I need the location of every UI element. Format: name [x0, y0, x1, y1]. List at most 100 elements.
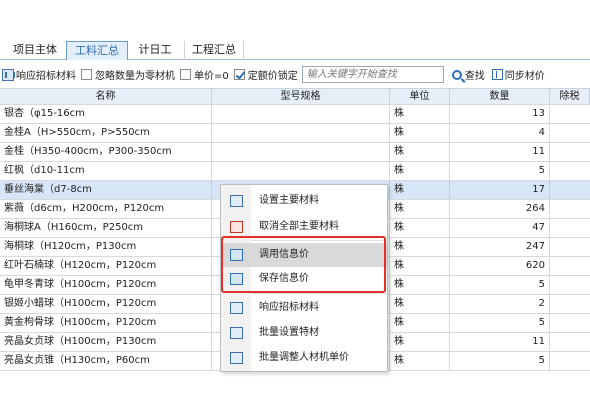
header-tax[interactable]: 除税: [550, 89, 590, 104]
menu-separator: [251, 293, 387, 294]
cell-qty: 620: [450, 257, 550, 275]
cell-qty: 5: [450, 314, 550, 332]
menu-item-respond-tender[interactable]: 响应招标材料: [221, 296, 387, 320]
toolbar: 响应招标材料 忽略数量为零材机 单价=0 定额价锁定 查找 同步材价: [0, 64, 590, 85]
cell-qty: 247: [450, 238, 550, 256]
cell-name: 亮晶女贞锥（H130cm，P60cm: [0, 352, 212, 370]
cell-spec: [212, 143, 390, 161]
highlight-box: [221, 236, 386, 293]
fixed-price-lock-label: 定额价锁定: [247, 71, 298, 82]
cell-tax: [550, 181, 590, 199]
cell-tax: [550, 143, 590, 161]
cell-unit: 株: [390, 276, 450, 294]
respond-tender-icon[interactable]: [2, 68, 15, 81]
unit-price-zero-checkbox[interactable]: [180, 69, 191, 80]
tab-material-summary[interactable]: 工料汇总: [66, 41, 128, 60]
tab-daywork[interactable]: 计日工: [130, 41, 180, 60]
cell-name: 红枫（d10-11cm: [0, 162, 212, 180]
cell-unit: 株: [390, 352, 450, 370]
menu-item-set-main-material[interactable]: 设置主要材料: [221, 189, 387, 213]
cell-tax: [550, 238, 590, 256]
cell-qty: 5: [450, 162, 550, 180]
cell-name: 银杏（φ15-16cm: [0, 105, 212, 123]
cell-tax: [550, 105, 590, 123]
batch-special-material-icon: [230, 327, 243, 339]
cancel-main-material-icon: [230, 221, 243, 233]
menu-item-label: 批量设置特材: [259, 327, 319, 338]
menu-item-label: 批量调整人材机单价: [259, 352, 349, 363]
cell-unit: 株: [390, 257, 450, 275]
menu-item-label: 响应招标材料: [259, 302, 319, 313]
tab-project-summary[interactable]: 工程汇总: [184, 41, 244, 60]
cell-unit: 株: [390, 238, 450, 256]
cell-name: 红叶石楠球（H120cm，P120cm: [0, 257, 212, 275]
cell-unit: 株: [390, 143, 450, 161]
cell-qty: 264: [450, 200, 550, 218]
search-icon[interactable]: [451, 69, 462, 80]
cell-tax: [550, 276, 590, 294]
cell-tax: [550, 162, 590, 180]
cell-name: 海桐球（H120cm，P130cm: [0, 238, 212, 256]
ignore-zero-label: 忽略数量为零材机: [95, 71, 175, 82]
cell-name: 紫薇（d6cm，H200cm，P120cm: [0, 200, 212, 218]
menu-item-batch-adjust-price[interactable]: 批量调整人材机单价: [221, 346, 387, 370]
cell-name: 金桂A（H>550cm，P>550cm: [0, 124, 212, 142]
search-input[interactable]: [301, 66, 444, 83]
cell-qty: 13: [450, 105, 550, 123]
cell-qty: 47: [450, 219, 550, 237]
table-row[interactable]: 金桂A（H>550cm，P>550cm 株 4: [0, 124, 590, 143]
cell-name: 黄金枸骨球（H100cm，P120cm: [0, 314, 212, 332]
cell-unit: 株: [390, 333, 450, 351]
tab-project-main[interactable]: 项目主体: [6, 41, 64, 60]
cell-name: 海桐球A（H160cm，P250cm: [0, 219, 212, 237]
header-qty[interactable]: 数量: [450, 89, 550, 104]
cell-tax: [550, 295, 590, 313]
cell-unit: 株: [390, 314, 450, 332]
unit-price-zero-label: 单价=0: [194, 71, 229, 82]
table-row[interactable]: 金桂（H350-400cm，P300-350cm 株 11: [0, 143, 590, 162]
cell-name: 亮晶女贞球（H100cm，P130cm: [0, 333, 212, 351]
respond-tender-icon: [230, 302, 243, 314]
header-spec[interactable]: 型号规格: [212, 89, 390, 104]
table-header: 名称 型号规格 单位 数量 除税: [0, 88, 590, 105]
fixed-price-lock-checkbox[interactable]: [233, 69, 245, 80]
cell-qty: 5: [450, 352, 550, 370]
cell-name: 龟甲冬青球（H100cm，P120cm: [0, 276, 212, 294]
cell-spec: [212, 162, 390, 180]
cell-unit: 株: [390, 219, 450, 237]
cell-name: 银姬小蜡球（H100cm，P120cm: [0, 295, 212, 313]
cell-qty: 11: [450, 143, 550, 161]
tab-bar: 项目主体 工料汇总 计日工 工程汇总: [0, 41, 590, 60]
cell-unit: 株: [390, 200, 450, 218]
cell-tax: [550, 314, 590, 332]
sync-icon[interactable]: [491, 69, 503, 80]
sync-price-button[interactable]: 同步材价: [505, 67, 545, 82]
find-button[interactable]: 查找: [465, 67, 485, 82]
cell-qty: 2: [450, 295, 550, 313]
batch-adjust-price-icon: [230, 352, 243, 364]
cell-tax: [550, 333, 590, 351]
cell-name: 金桂（H350-400cm，P300-350cm: [0, 143, 212, 161]
cell-tax: [550, 219, 590, 237]
cell-unit: 株: [390, 162, 450, 180]
header-name[interactable]: 名称: [0, 89, 212, 104]
cell-tax: [550, 124, 590, 142]
header-unit[interactable]: 单位: [390, 89, 450, 104]
cell-tax: [550, 200, 590, 218]
menu-item-label: 设置主要材料: [259, 195, 319, 206]
respond-tender-button[interactable]: 响应招标材料: [16, 67, 76, 82]
cell-unit: 株: [390, 181, 450, 199]
cell-qty: 17: [450, 181, 550, 199]
cell-spec: [212, 124, 390, 142]
set-main-material-icon: [230, 195, 243, 207]
ignore-zero-checkbox[interactable]: [81, 69, 92, 80]
cell-qty: 4: [450, 124, 550, 142]
table-row[interactable]: 红枫（d10-11cm 株 5: [0, 162, 590, 181]
menu-item-batch-special-material[interactable]: 批量设置特材: [221, 321, 387, 345]
cell-name: 垂丝海棠（d7-8cm: [0, 181, 212, 199]
cell-tax: [550, 352, 590, 370]
cell-unit: 株: [390, 295, 450, 313]
table-row[interactable]: 银杏（φ15-16cm 株 13: [0, 105, 590, 124]
cell-qty: 11: [450, 333, 550, 351]
cell-qty: 5: [450, 276, 550, 294]
